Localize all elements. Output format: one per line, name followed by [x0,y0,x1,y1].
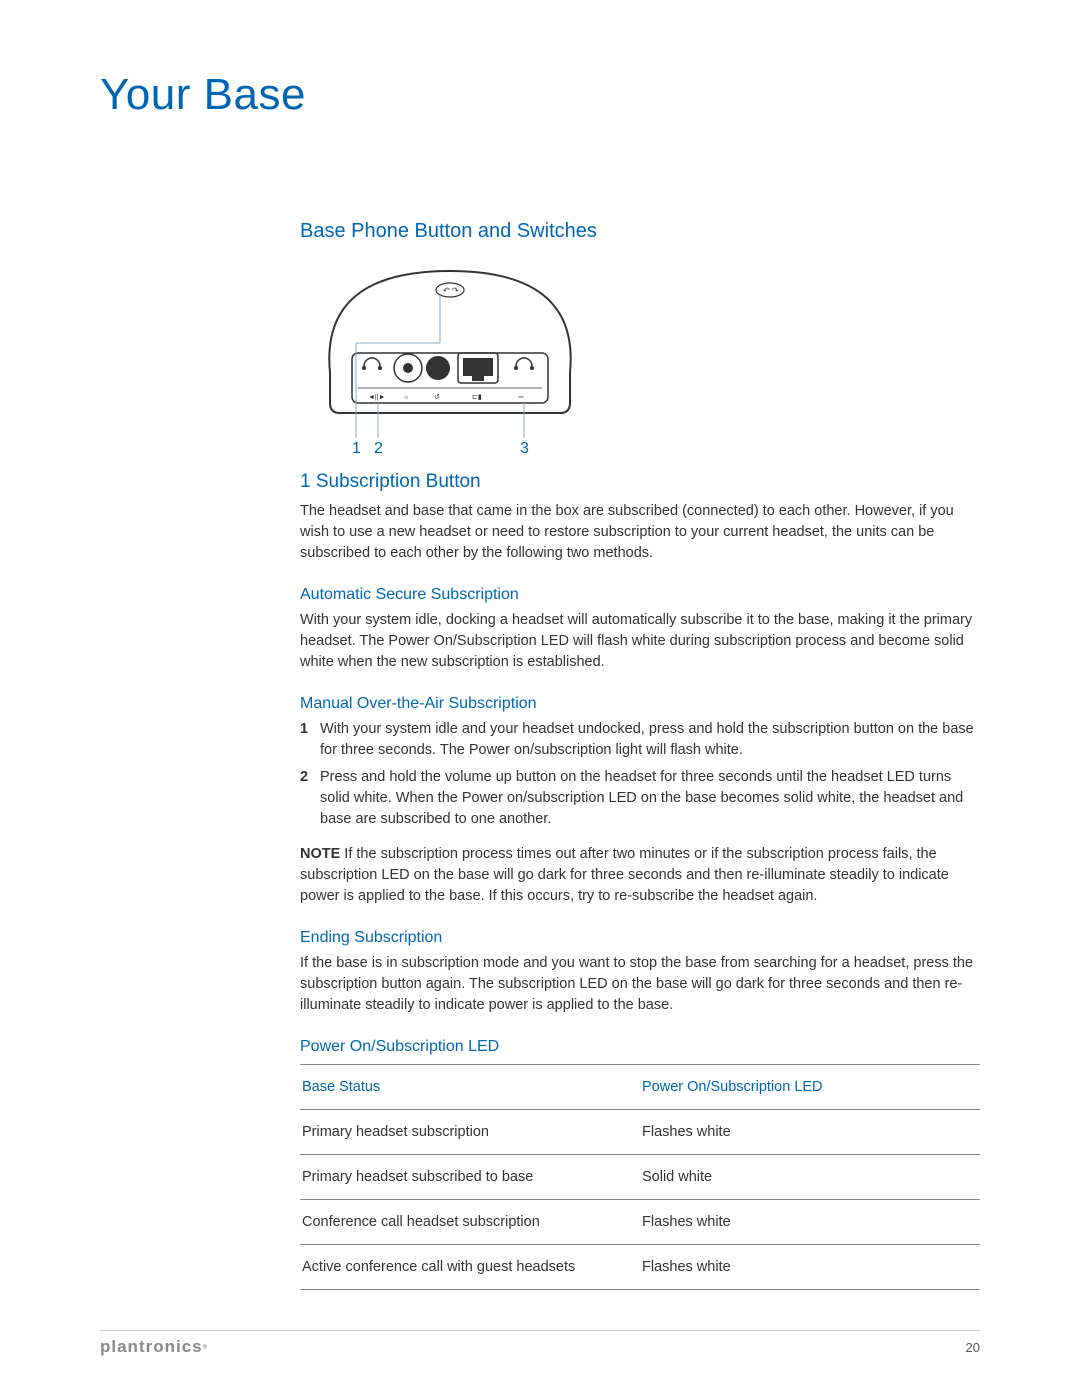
table-row: Active conference call with guest headse… [300,1245,980,1290]
step-text: Press and hold the volume up button on t… [320,767,980,830]
table-row: Primary headset subscribed to base Solid… [300,1155,980,1200]
section-base-phone-heading: Base Phone Button and Switches [300,220,980,243]
ending-subscription-heading: Ending Subscription [300,929,980,947]
table-row: Conference call headset subscription Fla… [300,1200,980,1245]
led-cell: Flashes white [640,1245,980,1290]
base-diagram: ↶ ↷ [300,253,980,463]
auto-subscription-text: With your system idle, docking a headset… [300,610,980,673]
ending-subscription-text: If the base is in subscription mode and … [300,953,980,1016]
diagram-callout-3: 3 [520,440,529,457]
section-subscription-button-heading: 1 Subscription Button [300,471,980,493]
svg-text:⎓: ⎓ [518,394,524,401]
page-title: Your Base [100,70,980,120]
step-number: 1 [300,719,312,761]
page-number: 20 [966,1340,980,1355]
table-row: Primary headset subscription Flashes whi… [300,1110,980,1155]
table-header-led: Power On/Subscription LED [640,1065,980,1110]
auto-subscription-heading: Automatic Secure Subscription [300,586,980,604]
svg-text:⊏▮: ⊏▮ [472,394,482,401]
led-cell: Flashes white [640,1200,980,1245]
note-paragraph: NOTE If the subscription process times o… [300,844,980,907]
diagram-callout-1: 1 [352,440,361,457]
note-label: NOTE [300,846,340,862]
step-number: 2 [300,767,312,830]
status-cell: Primary headset subscription [300,1110,640,1155]
manual-subscription-heading: Manual Over-the-Air Subscription [300,695,980,713]
svg-text:☼: ☼ [403,394,409,401]
subscription-intro-text: The headset and base that came in the bo… [300,501,980,564]
note-text: If the subscription process times out af… [300,846,949,904]
status-cell: Active conference call with guest headse… [300,1245,640,1290]
status-cell: Primary headset subscribed to base [300,1155,640,1200]
status-cell: Conference call headset subscription [300,1200,640,1245]
base-diagram-svg: ↶ ↷ [300,253,600,458]
diagram-callout-2: 2 [374,440,383,457]
brand-logo: plantronics® [100,1337,208,1357]
page-footer: plantronics® 20 [100,1330,980,1357]
table-header-status: Base Status [300,1065,640,1110]
step-text: With your system idle and your headset u… [320,719,980,761]
svg-text:↺: ↺ [434,394,440,401]
content-area: Base Phone Button and Switches ↶ ↷ [300,220,980,1290]
svg-text:◄||►: ◄||► [368,394,386,401]
led-cell: Solid white [640,1155,980,1200]
led-cell: Flashes white [640,1110,980,1155]
svg-text:↶ ↷: ↶ ↷ [443,286,459,295]
manual-step-2: 2 Press and hold the volume up button on… [300,767,980,830]
manual-step-1: 1 With your system idle and your headset… [300,719,980,761]
led-status-table: Base Status Power On/Subscription LED Pr… [300,1064,980,1290]
led-heading: Power On/Subscription LED [300,1038,980,1056]
